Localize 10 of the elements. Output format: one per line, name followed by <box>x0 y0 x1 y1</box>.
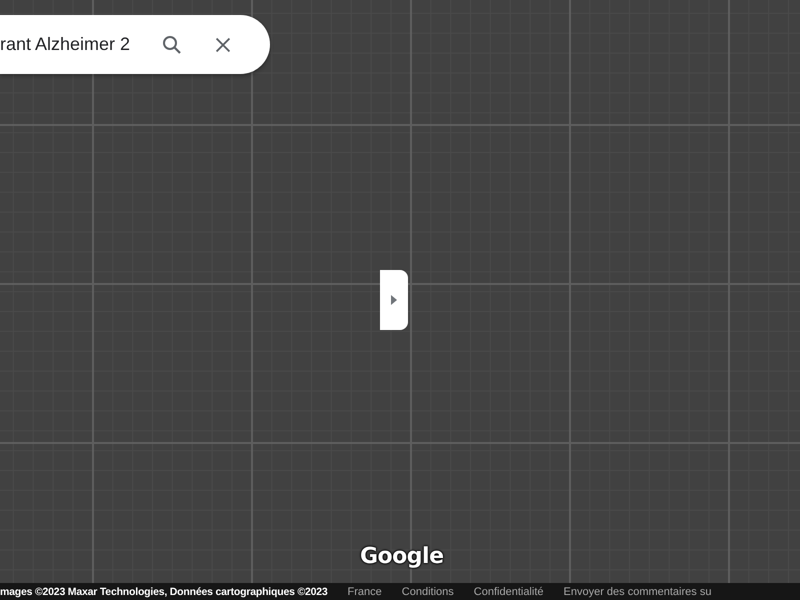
attribution-text: mages ©2023 Maxar Technologies, Données cartographiques ©2023 <box>0 586 328 598</box>
caret-icon <box>391 295 397 305</box>
map-background[interactable]: rant Alzheimer 2 Google mages ©2023 Maxar Technologies, Données cartographiques ©2023 France Conditions Confidentialité Envoyer des commentaires su <box>0 0 800 600</box>
footer-link[interactable]: Confidentialité <box>474 586 544 598</box>
footer-link[interactable]: Envoyer des commentaires su <box>564 586 712 598</box>
footer-link[interactable]: France <box>348 586 382 598</box>
panel-toggle-button[interactable] <box>380 270 408 330</box>
footer-link[interactable]: Conditions <box>402 586 454 598</box>
search-field[interactable]: rant Alzheimer 2 <box>0 34 140 55</box>
logo: Google <box>360 544 444 569</box>
